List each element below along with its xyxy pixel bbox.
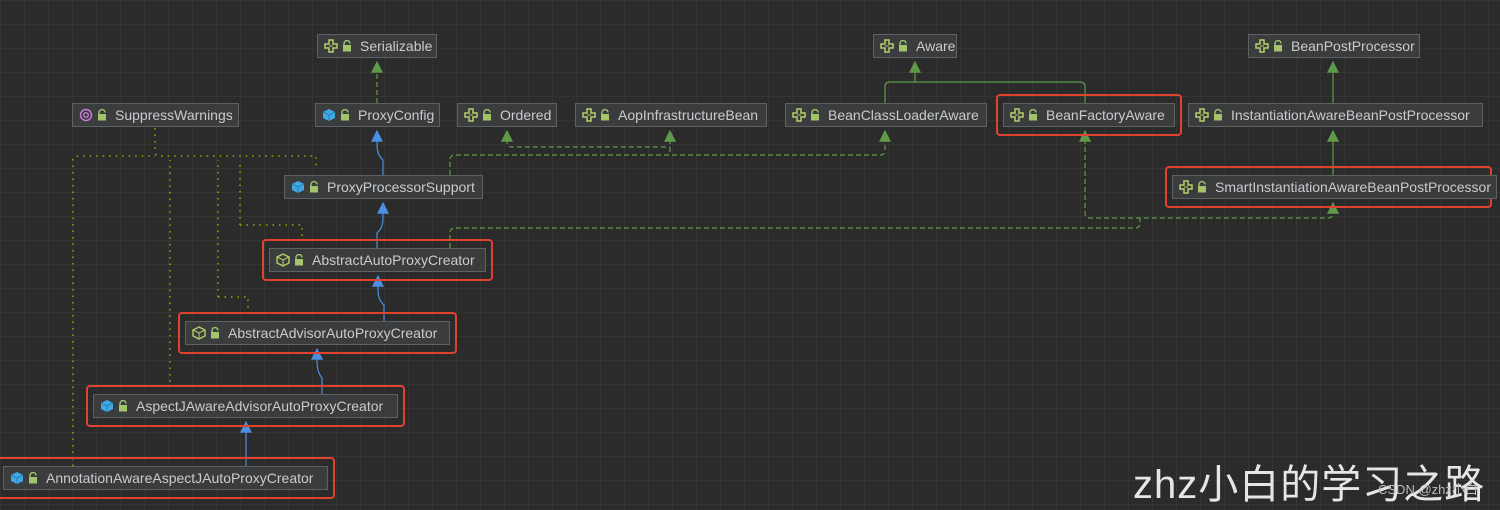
- interface-icon: [464, 108, 482, 122]
- class-icon: [322, 108, 340, 122]
- lock-icon: [482, 109, 500, 121]
- lock-icon: [1197, 181, 1215, 193]
- node-label: SuppressWarnings: [115, 107, 233, 123]
- lock-icon: [898, 40, 916, 52]
- node-label: AbstractAutoProxyCreator: [312, 252, 475, 268]
- node-label: BeanClassLoaderAware: [828, 107, 979, 123]
- abstract-icon: [192, 326, 210, 340]
- abstract-icon: [276, 253, 294, 267]
- node-label: Aware: [916, 38, 956, 54]
- node-label: AspectJAwareAdvisorAutoProxyCreator: [136, 398, 384, 414]
- node-label: BeanFactoryAware: [1046, 107, 1165, 123]
- watermark-source: CSDN @zhz小白: [1378, 482, 1478, 497]
- node-abstractadvisorautoproxycreator[interactable]: AbstractAdvisorAutoProxyCreator: [185, 321, 450, 345]
- node-label: AopInfrastructureBean: [618, 107, 759, 123]
- interface-icon: [1255, 39, 1273, 53]
- node-label: Serializable: [360, 38, 433, 54]
- lock-icon: [342, 40, 360, 52]
- annotation-icon: [79, 108, 97, 122]
- class-icon: [100, 399, 118, 413]
- node-label: ProxyConfig: [358, 107, 435, 123]
- lock-icon: [810, 109, 828, 121]
- lock-icon: [118, 400, 136, 412]
- class-icon: [291, 180, 309, 194]
- interface-icon: [880, 39, 898, 53]
- interface-icon: [582, 108, 600, 122]
- node-label: ProxyProcessorSupport: [327, 179, 475, 195]
- lock-icon: [309, 181, 327, 193]
- lock-icon: [294, 254, 312, 266]
- node-label: SmartInstantiationAwareBeanPostProcessor: [1215, 179, 1491, 195]
- lock-icon: [1213, 109, 1231, 121]
- interface-icon: [792, 108, 810, 122]
- implements-edges: [371, 60, 1339, 248]
- node-label: BeanPostProcessor: [1291, 38, 1415, 54]
- node-aopinfrastructurebean[interactable]: AopInfrastructureBean: [575, 103, 767, 127]
- interface-icon: [1195, 108, 1213, 122]
- node-aspectjawareadvisorautoproxycreator[interactable]: AspectJAwareAdvisorAutoProxyCreator: [93, 394, 398, 418]
- node-proxyconfig[interactable]: ProxyConfig: [315, 103, 440, 127]
- node-abstractautoproxycreator[interactable]: AbstractAutoProxyCreator: [269, 248, 486, 272]
- relationship-edges: [72, 60, 1339, 466]
- node-serializable[interactable]: Serializable: [317, 34, 437, 58]
- lock-icon: [97, 109, 115, 121]
- interface-icon: [1010, 108, 1028, 122]
- lock-icon: [340, 109, 358, 121]
- node-instantiationawarebeanpostprocessor[interactable]: InstantiationAwareBeanPostProcessor: [1188, 103, 1483, 127]
- class-icon: [10, 471, 28, 485]
- node-beanpostprocessor[interactable]: BeanPostProcessor: [1248, 34, 1420, 58]
- lock-icon: [28, 472, 46, 484]
- node-beanfactoryaware[interactable]: BeanFactoryAware: [1003, 103, 1175, 127]
- node-label: InstantiationAwareBeanPostProcessor: [1231, 107, 1470, 123]
- node-suppresswarnings[interactable]: SuppressWarnings: [72, 103, 239, 127]
- node-beanclassloaderaware[interactable]: BeanClassLoaderAware: [785, 103, 987, 127]
- node-annotationawareaspectjautoproxycreator[interactable]: AnnotationAwareAspectJAutoProxyCreator: [3, 466, 328, 490]
- node-label: Ordered: [500, 107, 552, 123]
- lock-icon: [1273, 40, 1291, 52]
- lock-icon: [1028, 109, 1046, 121]
- lock-icon: [600, 109, 618, 121]
- node-proxyprocessorsupport[interactable]: ProxyProcessorSupport: [284, 175, 483, 199]
- node-aware[interactable]: Aware: [873, 34, 957, 58]
- interface-icon: [324, 39, 342, 53]
- interface-icon: [1179, 180, 1197, 194]
- node-ordered[interactable]: Ordered: [457, 103, 557, 127]
- node-smartinstantiationawarebeanpostprocessor[interactable]: SmartInstantiationAwareBeanPostProcessor: [1172, 175, 1497, 199]
- node-label: AbstractAdvisorAutoProxyCreator: [228, 325, 438, 341]
- lock-icon: [210, 327, 228, 339]
- node-label: AnnotationAwareAspectJAutoProxyCreator: [46, 470, 314, 486]
